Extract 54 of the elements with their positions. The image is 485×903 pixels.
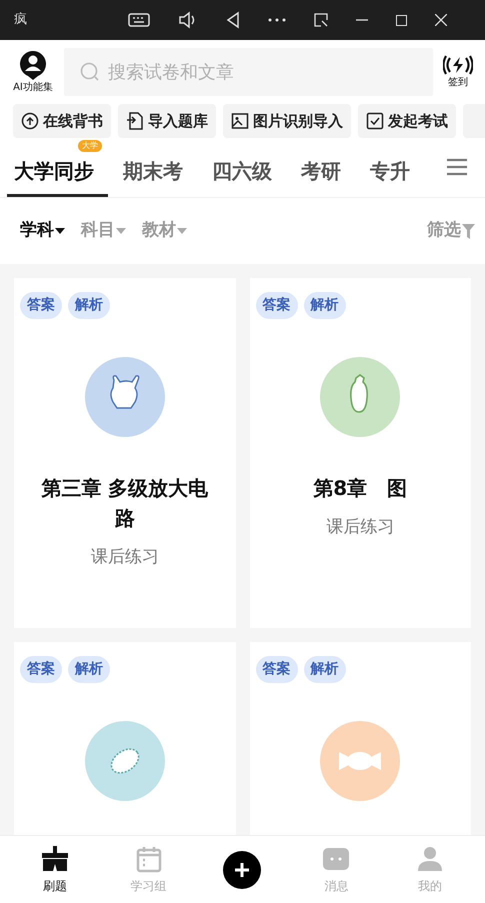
brush-icon <box>40 844 70 872</box>
category-tab[interactable]: 期末考 <box>116 148 197 197</box>
caret-icon <box>55 228 65 234</box>
exercise-card[interactable]: 答案 解析 <box>250 642 471 835</box>
document-icon <box>126 112 144 130</box>
search-field[interactable]: 搜索试卷和文章 <box>64 48 433 96</box>
maximize-icon[interactable] <box>396 14 407 26</box>
window-icon[interactable] <box>314 13 328 27</box>
answer-tag: 答案 <box>256 292 298 319</box>
checkbox-icon <box>366 112 384 130</box>
answer-tag: 答案 <box>20 292 62 319</box>
answer-tag: 解析 <box>68 292 110 319</box>
answer-tag: 答案 <box>256 656 298 683</box>
card-title: 第8章 图 <box>312 475 408 502</box>
tab-badge: 大学 <box>78 140 102 152</box>
answer-tag: 解析 <box>68 656 110 683</box>
check-in-icon[interactable] <box>443 54 473 74</box>
card-subtitle: 课后练习 <box>90 546 159 569</box>
minimize-icon[interactable] <box>356 19 368 21</box>
close-icon[interactable] <box>435 14 447 26</box>
quick-action-button[interactable]: 发起考试 <box>358 104 456 138</box>
nav-tab[interactable]: 刷题 <box>20 844 90 894</box>
caret-icon <box>116 228 126 234</box>
quick-action-button[interactable]: 导入题库 <box>118 104 216 138</box>
filter-icon <box>462 224 475 238</box>
filter-dropdown[interactable]: 学科 <box>20 218 65 244</box>
menu-icon[interactable] <box>447 158 467 176</box>
category-tab[interactable]: 大学同步 <box>7 148 108 197</box>
image-icon <box>231 112 249 130</box>
ai-avatar-icon[interactable] <box>19 50 47 80</box>
answer-tag: 答案 <box>20 656 62 683</box>
card-title: 第三章 多级放大电路 <box>40 475 210 532</box>
exercise-card[interactable]: 答案 解析 第8章 图 课后练习 <box>250 278 471 628</box>
ai-features-label: AI功能集 <box>13 80 53 94</box>
check-in-label: 签到 <box>448 76 468 90</box>
exercise-card[interactable]: 答案 解析 <box>14 642 236 835</box>
plus-icon <box>233 860 252 878</box>
answer-tag: 解析 <box>304 656 346 683</box>
card-subtitle: 课后练习 <box>326 516 394 539</box>
keyboard-icon[interactable] <box>128 12 150 28</box>
quick-action-button[interactable]: 图片识别导入 <box>223 104 351 138</box>
add-button[interactable] <box>223 850 262 888</box>
answer-tag: 解析 <box>304 292 346 319</box>
category-tab[interactable]: 考研 <box>294 148 355 197</box>
search-icon <box>80 62 100 82</box>
quick-action-button[interactable]: 在线背书 <box>13 104 111 138</box>
upload-icon <box>21 112 39 130</box>
exercise-card[interactable]: 答案 解析 第三章 多级放大电路 课后练习 <box>14 278 236 628</box>
back-icon[interactable] <box>226 11 240 29</box>
category-tab[interactable]: 专升 <box>363 148 424 197</box>
category-tab[interactable]: 四六级 <box>205 148 286 197</box>
more-icon[interactable] <box>268 18 286 22</box>
caret-icon <box>177 228 187 234</box>
window-title: 疯 <box>14 11 28 30</box>
